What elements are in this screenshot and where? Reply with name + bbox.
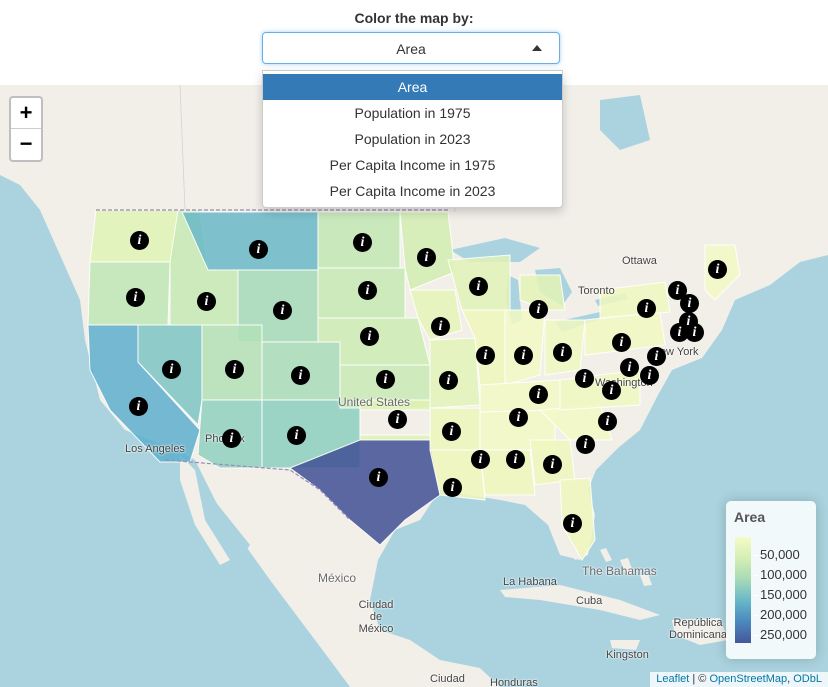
- option-population-1975[interactable]: Population in 1975: [263, 100, 562, 126]
- info-icon[interactable]: i: [647, 347, 666, 366]
- select-label: Color the map by:: [354, 10, 474, 26]
- info-icon[interactable]: i: [129, 397, 148, 416]
- label-cuba: Cuba: [576, 595, 603, 607]
- label-mexico-city: Ciudad de México: [358, 599, 394, 635]
- map-legend: Area 50,000 100,000 150,000 200,000 250,…: [726, 501, 816, 659]
- info-icon[interactable]: i: [680, 294, 699, 313]
- label-united-states: United States: [338, 395, 411, 409]
- select-value: Area: [396, 41, 426, 57]
- label-republica: República Dominicana: [668, 617, 728, 641]
- info-icon[interactable]: i: [130, 231, 149, 250]
- info-icon[interactable]: i: [612, 333, 631, 352]
- info-icon[interactable]: i: [249, 240, 268, 259]
- legend-title: Area: [734, 509, 766, 525]
- label-honduras: Honduras: [490, 677, 538, 687]
- label-la-habana: La Habana: [503, 576, 557, 588]
- info-icon[interactable]: i: [529, 300, 548, 319]
- info-icon[interactable]: i: [291, 366, 310, 385]
- label-ciudad: Ciudad: [430, 673, 465, 685]
- info-icon[interactable]: i: [162, 360, 181, 379]
- map-attribution: Leaflet | © OpenStreetMap, ODbL: [650, 672, 828, 687]
- legend-tick: 100,000: [753, 567, 807, 582]
- legend-tick: 150,000: [753, 587, 807, 602]
- label-ottawa: Ottawa: [622, 255, 657, 267]
- info-icon[interactable]: i: [620, 358, 639, 377]
- info-icon[interactable]: i: [602, 381, 621, 400]
- legend-tick: 250,000: [753, 627, 807, 642]
- option-income-2023[interactable]: Per Capita Income in 2023: [263, 178, 562, 204]
- info-icon[interactable]: i: [637, 299, 656, 318]
- info-icon[interactable]: i: [353, 233, 372, 252]
- label-los-angeles: Los Angeles: [125, 443, 185, 455]
- info-icon[interactable]: i: [514, 346, 533, 365]
- legend-tick: 200,000: [753, 607, 807, 622]
- info-icon[interactable]: i: [388, 410, 407, 429]
- attribution-separator: | ©: [689, 673, 710, 685]
- label-toronto: Toronto: [578, 285, 615, 297]
- caret-up-icon: [532, 45, 542, 51]
- info-icon[interactable]: i: [509, 408, 528, 427]
- zoom-out-button[interactable]: −: [11, 129, 41, 159]
- info-icon[interactable]: i: [197, 292, 216, 311]
- info-icon[interactable]: i: [529, 385, 548, 404]
- select-dropdown: Area Population in 1975 Population in 20…: [262, 70, 563, 208]
- info-icon[interactable]: i: [376, 370, 395, 389]
- info-icon[interactable]: i: [273, 301, 292, 320]
- info-icon[interactable]: i: [431, 317, 450, 336]
- zoom-in-button[interactable]: +: [11, 98, 41, 129]
- label-bahamas: The Bahamas: [582, 564, 657, 578]
- info-icon[interactable]: i: [598, 412, 617, 431]
- info-icon[interactable]: i: [417, 248, 436, 267]
- option-area[interactable]: Area: [263, 74, 562, 100]
- label-mexico: México: [318, 571, 357, 585]
- color-by-select[interactable]: Area: [262, 32, 560, 64]
- info-icon[interactable]: i: [439, 371, 458, 390]
- info-icon[interactable]: i: [369, 468, 388, 487]
- info-icon[interactable]: i: [685, 323, 704, 342]
- info-icon[interactable]: i: [443, 478, 462, 497]
- option-income-1975[interactable]: Per Capita Income in 1975: [263, 152, 562, 178]
- info-icon[interactable]: i: [222, 429, 241, 448]
- info-icon[interactable]: i: [126, 288, 145, 307]
- legend-gradient: [735, 537, 751, 643]
- info-icon[interactable]: i: [553, 343, 572, 362]
- info-icon[interactable]: i: [506, 450, 525, 469]
- info-icon[interactable]: i: [287, 426, 306, 445]
- option-population-2023[interactable]: Population in 2023: [263, 126, 562, 152]
- odbl-link[interactable]: ODbL: [793, 673, 822, 685]
- info-icon[interactable]: i: [708, 260, 727, 279]
- info-icon[interactable]: i: [442, 422, 461, 441]
- info-icon[interactable]: i: [563, 514, 582, 533]
- info-icon[interactable]: i: [358, 281, 377, 300]
- info-icon[interactable]: i: [469, 277, 488, 296]
- info-icon[interactable]: i: [360, 327, 379, 346]
- info-icon[interactable]: i: [575, 369, 594, 388]
- info-icon[interactable]: i: [225, 360, 244, 379]
- label-kingston: Kingston: [606, 649, 649, 661]
- info-icon[interactable]: i: [576, 435, 595, 454]
- osm-link[interactable]: OpenStreetMap: [709, 673, 787, 685]
- info-icon[interactable]: i: [471, 450, 490, 469]
- info-icon[interactable]: i: [640, 366, 659, 385]
- leaflet-link[interactable]: Leaflet: [656, 673, 689, 685]
- legend-tick: 50,000: [753, 547, 800, 562]
- info-icon[interactable]: i: [543, 455, 562, 474]
- zoom-control: + −: [9, 96, 43, 162]
- info-icon[interactable]: i: [476, 346, 495, 365]
